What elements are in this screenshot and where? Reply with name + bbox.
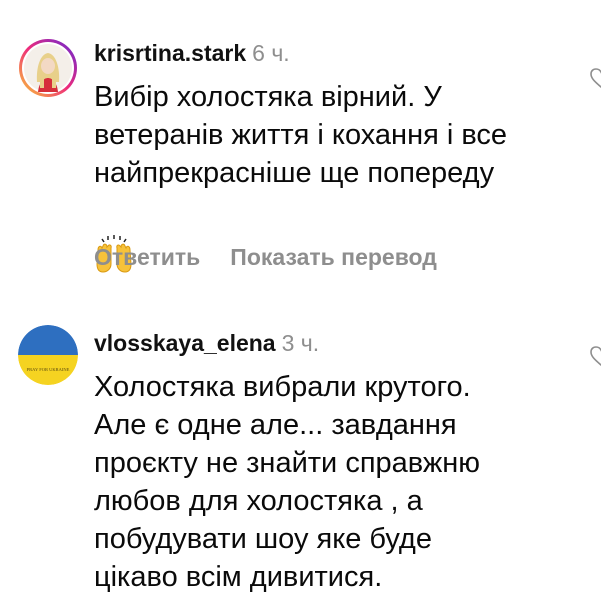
username[interactable]: krisrtina.stark xyxy=(94,40,246,66)
avatar[interactable] xyxy=(18,38,78,98)
username[interactable]: vlosskaya_elena xyxy=(94,330,276,356)
comment-actions: Ответить Показать перевод xyxy=(94,242,437,272)
comment-body: Холостяка вибрали крутого. Але є одне ал… xyxy=(94,371,481,593)
comment-header: krisrtina.stark 6 ч. xyxy=(94,38,290,68)
reply-button[interactable]: Ответить xyxy=(94,244,200,270)
avatar-text: PRAY FOR UKRAINE xyxy=(27,367,70,372)
timestamp: 3 ч. xyxy=(281,330,320,356)
comment-header: vlosskaya_elena 3 ч. xyxy=(94,328,319,358)
heart-icon[interactable] xyxy=(589,66,601,90)
timestamp: 6 ч. xyxy=(252,40,290,66)
avatar[interactable]: PRAY FOR UKRAINE xyxy=(18,325,78,385)
heart-icon[interactable] xyxy=(589,344,601,368)
comment-text: Холостяка вибрали крутого. Але є одне ал… xyxy=(94,368,574,596)
comment-body: Вибір холостяка вірний. У ветеранів житт… xyxy=(94,81,508,189)
show-translation-button[interactable]: Показать перевод xyxy=(230,244,437,270)
